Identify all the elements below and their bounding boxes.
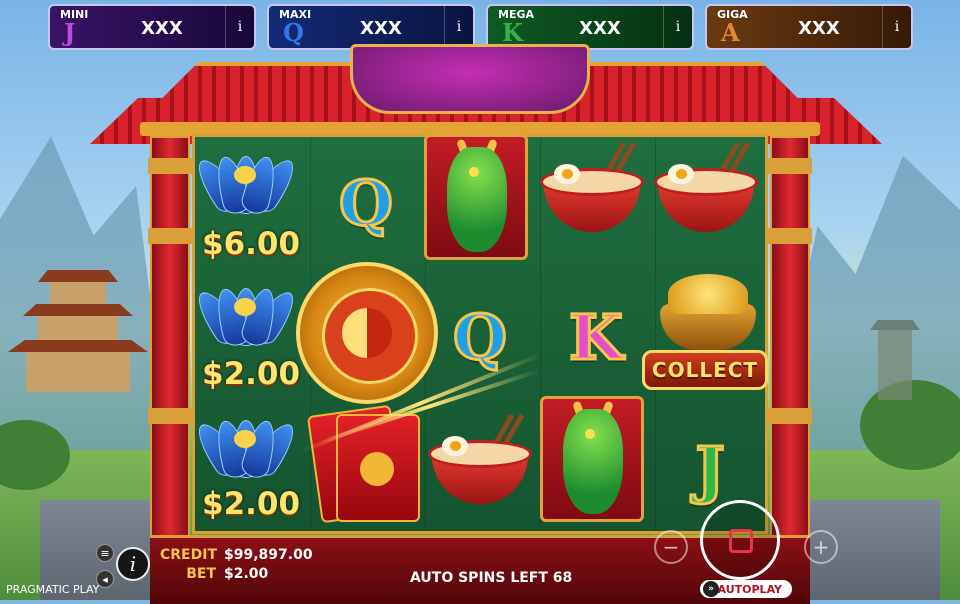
cash-value: $2.00: [202, 356, 301, 392]
credit-value: $99,897.00: [224, 547, 313, 563]
auto-spins-left: AUTO SPINS LEFT 68: [410, 570, 573, 586]
symbol-lotus-cash: $2.00: [189, 404, 306, 534]
symbol-letter-k: K: [540, 272, 652, 402]
autoplay-button[interactable]: » AUTOPLAY: [700, 580, 792, 598]
cash-value: $6.00: [202, 226, 301, 262]
lotus-icon: [189, 276, 303, 349]
jackpot-giga: GIGA A XXX i: [705, 4, 913, 50]
jackpot-letter: J: [64, 18, 76, 47]
jackpot-value: XXX: [798, 18, 840, 39]
symbol-gold-pot: [656, 274, 760, 352]
jackpot-info-button[interactable]: i: [882, 6, 911, 48]
menu-icon[interactable]: ≡: [96, 544, 114, 562]
fast-forward-icon: »: [703, 581, 719, 597]
dragon-icon: [585, 429, 595, 439]
symbol-dragon: [424, 134, 528, 260]
letter-q: Q: [451, 299, 508, 375]
symbol-ramen-bowl: [654, 141, 758, 234]
letter-q: Q: [337, 165, 394, 241]
symbol-red-envelope: [306, 400, 422, 530]
lotus-icon: [189, 144, 303, 217]
bet-value: $2.00: [224, 566, 269, 582]
jackpot-info-button[interactable]: i: [444, 6, 473, 48]
yin-yang-icon: [342, 308, 392, 358]
jackpot-info-button[interactable]: i: [663, 6, 692, 48]
symbol-yin-yang-coin: [296, 262, 438, 404]
cash-value: $2.00: [202, 486, 301, 522]
jackpot-value: XXX: [360, 18, 402, 39]
jackpot-letter: K: [502, 18, 523, 47]
brand-label: PRAGMATIC PLAY: [6, 583, 100, 596]
temple-pillar-right: [768, 136, 812, 546]
temple-pillar-left: [148, 136, 192, 546]
background-pagoda-right: [850, 320, 940, 400]
jackpot-mini: MINI J XXX i: [48, 4, 256, 50]
symbol-letter-q: Q: [424, 272, 536, 402]
letter-k: K: [568, 299, 625, 375]
jackpot-value: XXX: [579, 18, 621, 39]
credit-label: CREDIT: [160, 547, 217, 563]
symbol-letter-q: Q: [310, 138, 422, 268]
dragon-icon: [469, 167, 479, 177]
temple-roof-crest: [350, 44, 590, 114]
symbol-dragon: [540, 396, 644, 522]
symbol-ramen-bowl: [428, 413, 532, 506]
letter-j: J: [694, 431, 726, 507]
bet-label: BET: [186, 566, 216, 582]
gold-coins-icon: [668, 274, 748, 314]
jackpot-info-button[interactable]: i: [225, 6, 254, 48]
jackpot-letter: Q: [283, 18, 304, 47]
jackpot-letter: A: [721, 18, 740, 47]
bet-minus-button[interactable]: −: [654, 530, 688, 564]
collect-symbol-label: COLLECT: [642, 350, 768, 390]
symbol-lotus-cash: $6.00: [189, 138, 306, 268]
autoplay-label: AUTOPLAY: [717, 582, 782, 596]
jackpot-value: XXX: [141, 18, 183, 39]
symbol-lotus-cash: $2.00: [189, 272, 306, 402]
stop-icon: [729, 529, 753, 553]
background-pagoda: [8, 270, 148, 400]
symbol-ramen-bowl: [540, 141, 644, 234]
bet-plus-button[interactable]: +: [804, 530, 838, 564]
lotus-icon: [189, 408, 303, 481]
spin-stop-button[interactable]: [700, 500, 780, 580]
info-button[interactable]: i: [116, 547, 150, 581]
